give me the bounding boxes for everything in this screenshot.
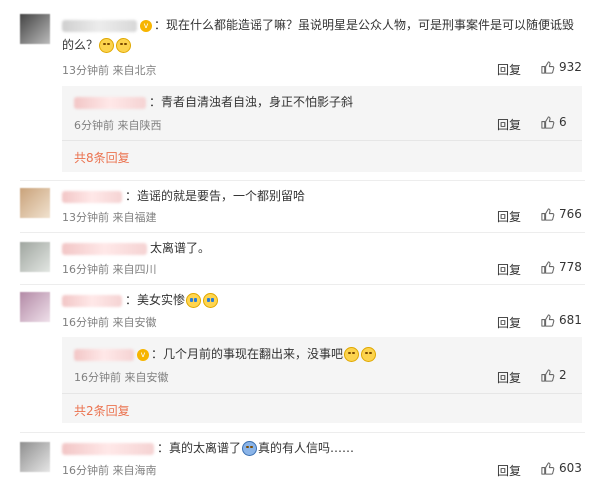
- comment-meta: 13分钟前 来自北京: [62, 64, 157, 77]
- like-button[interactable]: 932: [540, 60, 582, 75]
- comment-text: ：真的太离谱了 真的有人信吗……: [62, 438, 354, 458]
- verified-badge-icon: v: [140, 19, 152, 32]
- like-count: 766: [559, 207, 582, 221]
- thumbs-up-icon: [540, 115, 555, 130]
- face-emoji-icon: [242, 441, 258, 456]
- like-button[interactable]: 6: [540, 115, 567, 130]
- thumbs-up-icon: [540, 60, 555, 75]
- smile-emoji-icon: [99, 38, 115, 53]
- smile-emoji-icon: [116, 38, 132, 53]
- more-replies-link[interactable]: 共2条回复: [74, 402, 130, 419]
- like-button[interactable]: 681: [540, 313, 582, 328]
- reply-thread-1: ：青者自清浊者自浊，身正不怕影子斜 6分钟前 来自陕西 回复 6 共8条回复: [62, 86, 582, 172]
- like-count: 932: [559, 60, 582, 74]
- like-count: 6: [559, 115, 567, 129]
- username[interactable]: [62, 190, 122, 203]
- like-count: 2: [559, 368, 567, 382]
- avatar[interactable]: [20, 292, 50, 322]
- comment-text: ：美女实惨: [62, 290, 219, 310]
- avatar[interactable]: [20, 242, 50, 272]
- avatar[interactable]: [20, 442, 50, 472]
- reply-text: v ：几个月前的事现在翻出来，没事吧: [74, 344, 377, 364]
- reply-text: ：青者自清浊者自浊，身正不怕影子斜: [74, 92, 353, 112]
- username[interactable]: [62, 19, 137, 32]
- comment-meta: 16分钟前 来自海南: [62, 464, 157, 477]
- like-button[interactable]: 603: [540, 461, 582, 476]
- like-count: 603: [559, 461, 582, 475]
- cry-emoji-icon: [203, 293, 219, 308]
- reply-thread-2: v ：几个月前的事现在翻出来，没事吧 16分钟前 来自安徽 回复 2 共2条回复: [62, 337, 582, 423]
- like-button[interactable]: 778: [540, 260, 582, 275]
- reply-button[interactable]: 回复: [497, 61, 521, 78]
- reply-button[interactable]: 回复: [497, 261, 521, 278]
- like-button[interactable]: 2: [540, 368, 567, 383]
- reply-button[interactable]: 回复: [497, 369, 521, 386]
- username[interactable]: [62, 242, 147, 255]
- thumbs-up-icon: [540, 368, 555, 383]
- thumbs-up-icon: [540, 461, 555, 476]
- thumbs-up-icon: [540, 260, 555, 275]
- more-replies-link[interactable]: 共8条回复: [74, 149, 130, 166]
- comment-meta: 16分钟前 来自安徽: [62, 316, 157, 329]
- reply-button[interactable]: 回复: [497, 314, 521, 331]
- smile-emoji-icon: [344, 347, 360, 362]
- avatar[interactable]: [20, 14, 50, 44]
- reply-button[interactable]: 回复: [497, 208, 521, 225]
- comment-text: v ：现在什么都能造谣了嘛？虽说明星是公众人物，可是刑事案件是可以随便诋毁 的么？: [62, 18, 575, 53]
- username[interactable]: [74, 96, 146, 109]
- verified-badge-icon: v: [137, 348, 149, 361]
- username[interactable]: [74, 348, 134, 361]
- username[interactable]: [62, 442, 154, 455]
- like-count: 778: [559, 260, 582, 274]
- comment-text: 太离谱了。: [62, 238, 210, 258]
- reply-meta: 6分钟前 来自陕西: [74, 119, 162, 132]
- reply-meta: 16分钟前 来自安徽: [74, 371, 169, 384]
- thumbs-up-icon: [540, 313, 555, 328]
- reply-button[interactable]: 回复: [497, 116, 521, 133]
- comment-text: ：造谣的就是要告，一个都别留哈: [62, 186, 305, 206]
- like-count: 681: [559, 313, 582, 327]
- cry-emoji-icon: [186, 293, 202, 308]
- comment-meta: 16分钟前 来自四川: [62, 263, 157, 276]
- comment-meta: 13分钟前 来自福建: [62, 211, 157, 224]
- like-button[interactable]: 766: [540, 207, 582, 222]
- reply-button[interactable]: 回复: [497, 462, 521, 479]
- username[interactable]: [62, 294, 122, 307]
- smile-emoji-icon: [361, 347, 377, 362]
- avatar[interactable]: [20, 188, 50, 218]
- thumbs-up-icon: [540, 207, 555, 222]
